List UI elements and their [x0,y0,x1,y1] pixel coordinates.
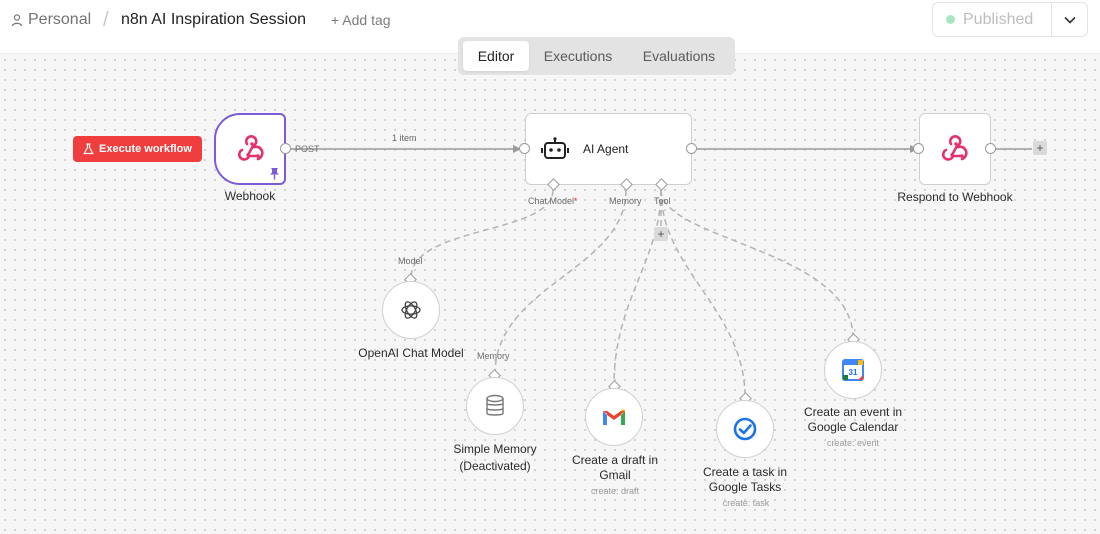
robot-icon [541,137,569,159]
ai-agent-input-handle[interactable] [519,143,530,154]
node-simple-memory[interactable] [466,377,524,435]
node-gmail[interactable] [585,388,643,446]
edge-tool-gmail [613,189,662,386]
respond-output-handle[interactable] [985,143,996,154]
flask-icon [83,143,94,155]
google-tasks-icon [733,417,757,441]
port-chat-model-label: Chat Model* [528,196,578,206]
node-openai-chat-model[interactable] [382,281,440,339]
edge-post-label: POST [295,144,320,154]
simple-memory-label: Simple Memory (Deactivated) [453,442,537,473]
openai-icon [401,301,421,319]
tasks-operation: create: task [722,498,770,508]
google-tasks-label: Create a task in Google Tasks [702,465,788,494]
memory-port-label: Memory [477,351,510,361]
webhook-output-handle[interactable] [280,143,291,154]
respond-input-handle[interactable] [913,143,924,154]
node-ai-agent[interactable]: AI Agent [525,113,692,185]
calendar-operation: create: event [826,438,880,448]
edge-tool-calendar [660,189,854,339]
node-google-tasks[interactable] [716,400,774,458]
edge-memory-simplememory [494,189,627,375]
webhook-icon [237,135,264,161]
google-calendar-label: Create an event in Google Calendar [803,405,903,434]
edge-items-label: 1 item [392,133,417,143]
ai-agent-output-handle[interactable] [686,143,697,154]
execute-workflow-button[interactable]: Execute workflow [73,136,202,162]
model-port-label: Model [398,256,423,266]
openai-chat-model-label: OpenAI Chat Model [358,346,464,360]
add-tool-button[interactable]: + [654,227,668,241]
edge-tool-tasks [660,189,746,398]
gmail-operation: create: draft [590,486,640,496]
gmail-icon [603,409,625,425]
calendar-day: 31 [849,368,858,377]
gmail-label: Create a draft in Gmail [571,453,659,482]
webhook-label: Webhook [224,189,276,203]
webhook-icon [941,135,968,161]
pin-icon [270,168,279,180]
port-memory-label: Memory [609,196,642,206]
ai-agent-label: AI Agent [583,142,629,156]
respond-to-webhook-label: Respond to Webhook [897,190,1013,204]
node-webhook[interactable] [214,113,286,185]
add-node-button[interactable]: + [1033,141,1047,155]
database-icon [486,394,504,416]
google-calendar-icon: 31 [842,359,864,381]
required-mark: * [574,196,578,206]
node-respond-to-webhook[interactable] [919,113,991,185]
port-tool-label: Tool [654,196,671,206]
execute-workflow-label: Execute workflow [99,143,192,155]
node-google-calendar[interactable]: 31 [824,341,882,399]
